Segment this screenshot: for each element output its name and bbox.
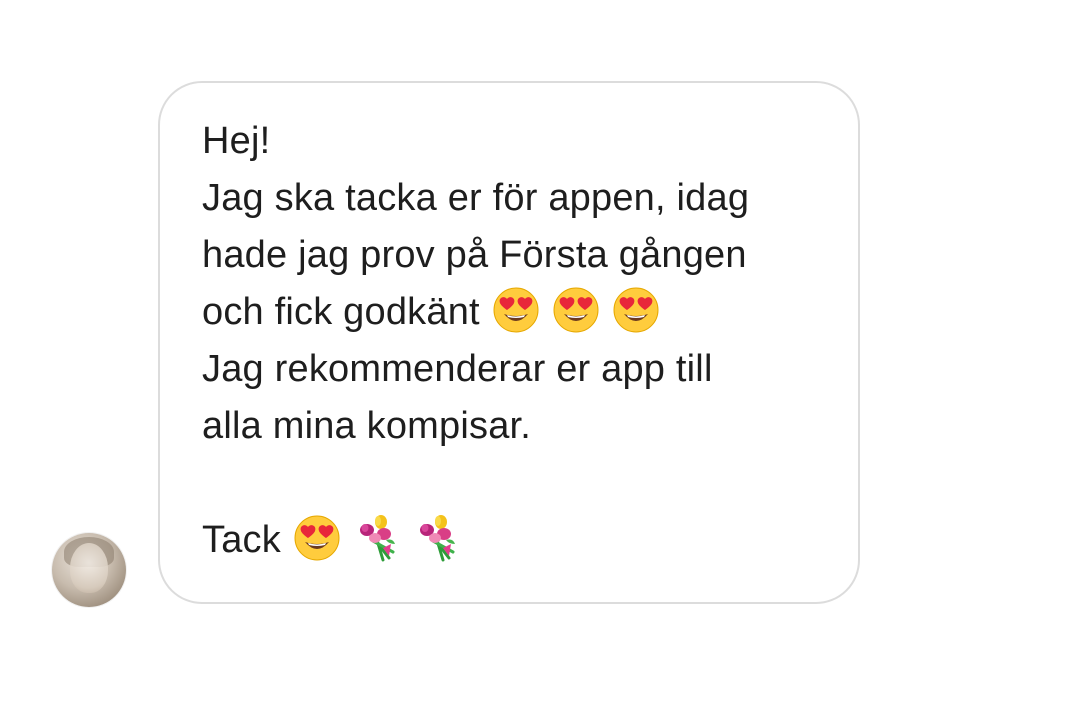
message-line-4: och fick godkänt: [202, 284, 818, 341]
message-line-1: Hej!: [202, 120, 271, 162]
avatar-face: [70, 543, 108, 593]
flower-bouquet-icon: [359, 514, 395, 562]
heart-eyes-face-icon: [294, 515, 340, 561]
message-line-7: Tack: [202, 512, 818, 569]
message-line-6: alla mina kompisar.: [202, 405, 532, 447]
message-line-2: Jag ska tacka er för appen, idag: [202, 177, 750, 219]
emoji-row-1: [492, 286, 660, 334]
message-line-7-text: Tack: [202, 519, 281, 561]
heart-eyes-face-icon: [493, 287, 539, 333]
dm-thread: Hej! Jag ska tacka er för appen, idag ha…: [0, 0, 1080, 705]
message-line-4-text: och fick godkänt: [202, 291, 480, 333]
message-line-5: Jag rekommenderar er app till: [202, 348, 713, 390]
emoji-row-2: [293, 514, 461, 562]
flower-bouquet-icon: [419, 514, 455, 562]
avatar[interactable]: [52, 533, 126, 607]
heart-eyes-face-icon: [613, 287, 659, 333]
message-line-3: hade jag prov på Första gången: [202, 234, 747, 276]
message-bubble[interactable]: Hej! Jag ska tacka er för appen, idag ha…: [158, 81, 860, 604]
heart-eyes-face-icon: [553, 287, 599, 333]
